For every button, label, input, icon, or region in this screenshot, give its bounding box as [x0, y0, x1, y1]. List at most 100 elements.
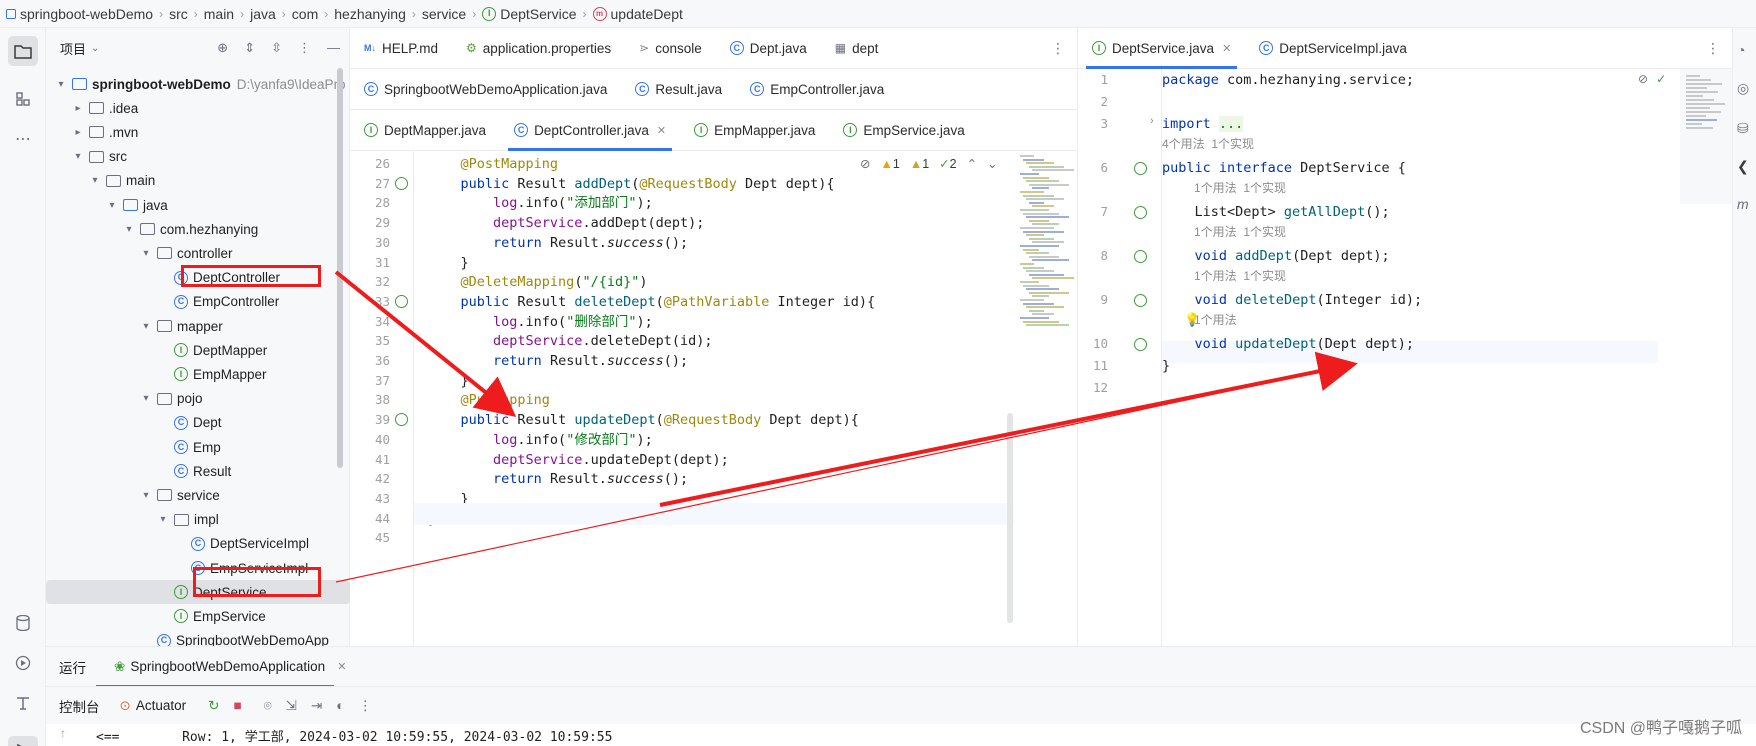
editor-tab[interactable]: ▦ dept	[821, 28, 893, 69]
tab-options-icon[interactable]: ⋮	[1051, 40, 1065, 57]
project-tool-icon[interactable]	[8, 36, 38, 66]
usages-inlay-hint[interactable]: 1个用法	[1194, 311, 1237, 328]
code-with-me-icon[interactable]: ❮	[1737, 158, 1749, 175]
stop-icon[interactable]: ■	[233, 698, 241, 713]
implemented-gutter-icon[interactable]	[1134, 294, 1147, 307]
implemented-gutter-icon[interactable]	[1134, 206, 1147, 219]
breadcrumb-item[interactable]: springboot-webDemo	[6, 6, 153, 22]
expand-arrow-icon[interactable]: ▸	[71, 103, 85, 114]
tree-item[interactable]: ▸ .idea	[46, 96, 350, 120]
implemented-gutter-icon[interactable]	[1134, 338, 1147, 351]
breadcrumb-item[interactable]: m updateDept	[592, 6, 683, 22]
tree-item[interactable]: ▾ com.hezhanying	[46, 217, 350, 241]
collapse-all-icon[interactable]: ⇳	[271, 40, 282, 56]
close-icon[interactable]: ✕	[657, 124, 666, 137]
editor-tab[interactable]: C DeptController.java ✕	[500, 110, 680, 151]
run-tool-icon[interactable]	[8, 736, 38, 746]
console-output[interactable]: ↑ <== Row: 1, 学工部, 2024-03-02 10:59:55, …	[46, 724, 1756, 746]
editor-tab[interactable]: C DeptServiceImpl.java	[1245, 28, 1421, 69]
right-minimap[interactable]	[1680, 69, 1732, 204]
run-config-tab[interactable]: SpringbootWebDemoApplication	[130, 659, 325, 674]
tree-item[interactable]: C Emp	[46, 435, 350, 459]
usages-inlay-hint[interactable]: 1个用法 1个实现	[1194, 179, 1286, 196]
expand-arrow-icon[interactable]: ▾	[139, 248, 153, 259]
tree-item[interactable]: ▾ pojo	[46, 387, 350, 411]
restore-layout-icon[interactable]: ⇲	[286, 698, 297, 714]
close-icon[interactable]: ✕	[1222, 42, 1231, 55]
chevron-down-icon[interactable]: ⌄	[91, 43, 99, 54]
maven-icon[interactable]: m	[1737, 196, 1749, 212]
tab-options-icon[interactable]: ⋮	[1706, 40, 1720, 57]
structure-tool-icon[interactable]	[8, 84, 38, 114]
endpoint-gutter-icon[interactable]	[395, 176, 408, 190]
editor-tab[interactable]: C SpringbootWebDemoApplication.java	[350, 69, 621, 110]
more-icon[interactable]: ⋮	[358, 698, 372, 714]
editor-tab[interactable]: I DeptService.java ✕	[1078, 28, 1245, 69]
export-icon[interactable]: ⇥	[311, 698, 322, 714]
notifications-icon[interactable]: ◔	[1737, 42, 1745, 58]
build-tool-icon[interactable]	[8, 688, 38, 718]
editor-tab[interactable]: I EmpMapper.java	[680, 110, 829, 151]
editor-tab[interactable]: M↓ HELP.md	[350, 28, 452, 69]
implemented-gutter-icon[interactable]	[1134, 162, 1147, 175]
editor-tab[interactable]: C EmpController.java	[736, 69, 898, 110]
project-panel-title[interactable]: 项目	[60, 39, 86, 58]
endpoint-gutter-icon[interactable]	[395, 413, 408, 427]
tree-item[interactable]: I EmpMapper	[46, 362, 350, 386]
tree-item[interactable]: ▸ .mvn	[46, 120, 350, 144]
breadcrumb-item[interactable]: I DeptService	[482, 6, 577, 22]
breadcrumb-item[interactable]: hezhanying	[334, 6, 406, 22]
endpoint-gutter-icon[interactable]	[395, 294, 408, 308]
tree-item[interactable]: ▾ service	[46, 483, 350, 507]
expand-all-icon[interactable]: ⇕	[244, 40, 255, 56]
project-scrollbar[interactable]	[337, 68, 343, 468]
expand-arrow-icon[interactable]: ▾	[139, 393, 153, 404]
ai-assistant-icon[interactable]: ◎	[1737, 80, 1749, 97]
expand-arrow-icon[interactable]: ▾	[156, 514, 170, 525]
screenshot-icon[interactable]: ⌾	[264, 698, 272, 714]
breadcrumb-item[interactable]: com	[292, 6, 318, 22]
implemented-gutter-icon[interactable]	[1134, 250, 1147, 263]
expand-arrow-icon[interactable]: ▾	[105, 200, 119, 211]
tree-item[interactable]: ▾ springboot-webDemo D:\yanfa9\IdeaPro	[46, 72, 350, 96]
tree-item[interactable]: ▾ src	[46, 145, 350, 169]
left-minimap[interactable]	[1016, 151, 1076, 331]
breadcrumb-item[interactable]: service	[422, 6, 466, 22]
expand-arrow-icon[interactable]: ▾	[139, 321, 153, 332]
left-editor-scrollbar[interactable]	[1007, 413, 1013, 623]
expand-arrow-icon[interactable]: ▾	[139, 490, 153, 501]
breadcrumb-item[interactable]: java	[250, 6, 276, 22]
services-tool-icon[interactable]	[8, 648, 38, 678]
tree-item[interactable]: ▾ mapper	[46, 314, 350, 338]
close-icon[interactable]: ✕	[337, 660, 346, 673]
tree-item[interactable]: C EmpController	[46, 290, 350, 314]
database-tool-icon[interactable]	[8, 608, 38, 638]
tree-item[interactable]: C Result	[46, 459, 350, 483]
expand-arrow-icon[interactable]: ▾	[71, 151, 85, 162]
tree-item[interactable]: ▾ impl	[46, 508, 350, 532]
options-icon[interactable]: ⋮	[298, 40, 311, 56]
hide-icon[interactable]: —	[327, 40, 340, 56]
actuator-tab[interactable]: Actuator	[136, 698, 186, 713]
more-tools-icon[interactable]: ⋯	[8, 124, 38, 154]
editor-tab[interactable]: C Dept.java	[716, 28, 821, 69]
tree-item[interactable]: I EmpService	[46, 604, 350, 628]
fold-arrow-icon[interactable]: ›	[1150, 115, 1154, 127]
usages-inlay-hint[interactable]: 4个用法 1个实现	[1162, 135, 1254, 152]
database-icon[interactable]: ⛁	[1737, 120, 1749, 137]
tree-item[interactable]: I DeptMapper	[46, 338, 350, 362]
right-code-area[interactable]: package com.hezhanying.service; import ..…	[1162, 69, 1662, 646]
settings-icon[interactable]: ◐	[336, 698, 344, 713]
expand-arrow-icon[interactable]: ▾	[122, 224, 136, 235]
locate-icon[interactable]: ⊕	[217, 40, 228, 56]
tree-item[interactable]: ▾ controller	[46, 241, 350, 265]
tree-item[interactable]: C DeptServiceImpl	[46, 532, 350, 556]
editor-tab[interactable]: ⚙ application.properties	[452, 28, 625, 69]
expand-arrow-icon[interactable]: ▾	[54, 79, 68, 90]
tree-item[interactable]: ▾ main	[46, 169, 350, 193]
expand-arrow-icon[interactable]: ▸	[71, 127, 85, 138]
usages-inlay-hint[interactable]: 1个用法 1个实现	[1194, 267, 1286, 284]
breadcrumb-item[interactable]: src	[169, 6, 188, 22]
breadcrumb-item[interactable]: main	[204, 6, 234, 22]
lightbulb-icon[interactable]: 💡	[1184, 312, 1200, 328]
